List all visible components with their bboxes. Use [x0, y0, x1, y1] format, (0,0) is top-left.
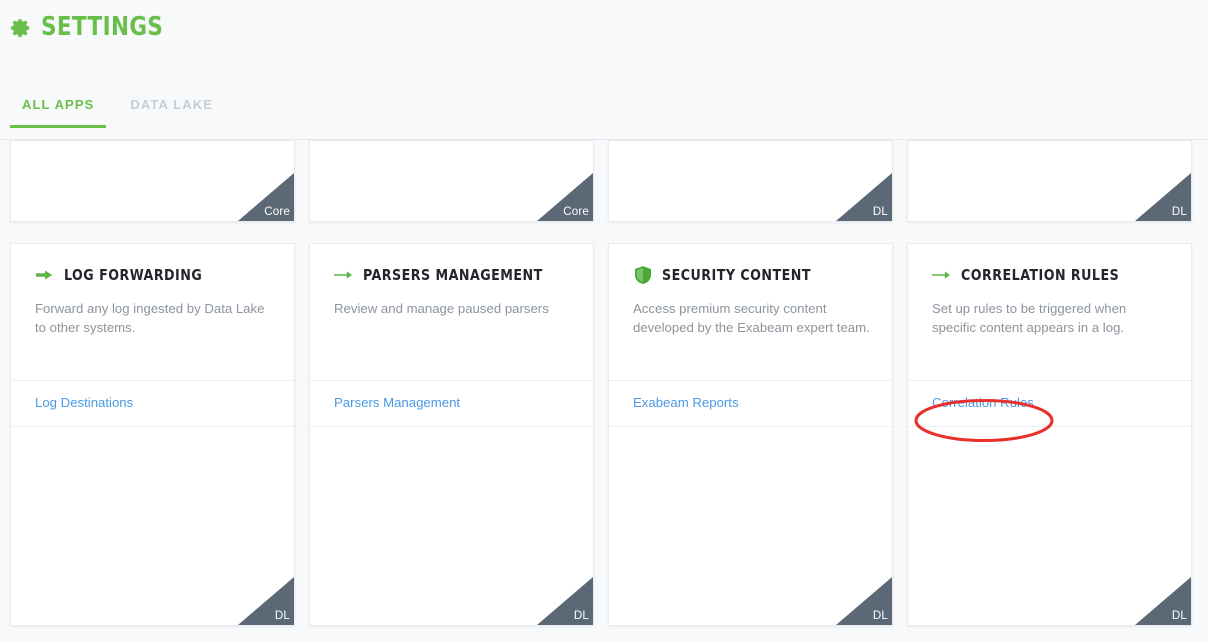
tab-all-apps[interactable]: ALL APPS	[10, 88, 107, 128]
app-card[interactable]: Core	[309, 140, 594, 222]
card-header: CORRELATION RULES	[908, 244, 1191, 284]
card-link-row: Parsers Management	[310, 380, 593, 427]
app-card-correlation-rules[interactable]: CORRELATION RULES Set up rules to be tri…	[907, 243, 1192, 626]
card-description: Review and manage paused parsers	[334, 301, 549, 316]
card-row-main: LOG FORWARDING Forward any log ingested …	[10, 243, 1208, 626]
ribbon-label: DL	[274, 609, 290, 622]
arrow-right-thin-icon	[334, 267, 353, 284]
card-link-correlation-rules[interactable]: Correlation Rules	[932, 395, 1034, 410]
ribbon-label: DL	[1171, 609, 1187, 622]
card-title: SECURITY CONTENT	[662, 266, 811, 284]
card-ribbon: Core	[537, 173, 593, 221]
card-link-row: Log Destinations	[11, 380, 294, 427]
card-ribbon: DL	[836, 577, 892, 625]
app-card[interactable]: DL	[608, 140, 893, 222]
card-ribbon: DL	[238, 577, 294, 625]
tab-data-lake[interactable]: DATA LAKE	[118, 88, 225, 128]
app-card-parsers-management[interactable]: PARSERS MANAGEMENT Review and manage pau…	[309, 243, 594, 626]
card-link-exabeam-reports[interactable]: Exabeam Reports	[633, 395, 739, 410]
card-ribbon: DL	[1135, 577, 1191, 625]
card-description: Set up rules to be triggered when specif…	[932, 301, 1127, 335]
page-title-label: SETTINGS	[41, 12, 164, 42]
card-header: SECURITY CONTENT	[609, 244, 892, 284]
card-ribbon: DL	[836, 173, 892, 221]
tab-bar: ALL APPS DATA LAKE	[0, 88, 1208, 140]
card-row-top: Core Core DL DL	[10, 140, 1208, 222]
ribbon-label: DL	[1171, 205, 1187, 218]
card-link-log-destinations[interactable]: Log Destinations	[35, 395, 133, 410]
ribbon-label: Core	[264, 205, 290, 218]
card-header: PARSERS MANAGEMENT	[310, 244, 593, 284]
app-card-log-forwarding[interactable]: LOG FORWARDING Forward any log ingested …	[10, 243, 295, 626]
arrow-right-thin-icon	[932, 267, 951, 284]
page-header: SETTINGS	[0, 0, 1208, 88]
gear-icon	[10, 17, 32, 39]
app-card[interactable]: DL	[907, 140, 1192, 222]
card-ribbon: DL	[1135, 173, 1191, 221]
card-link-parsers-management[interactable]: Parsers Management	[334, 395, 460, 410]
card-link-row: Correlation Rules	[908, 380, 1191, 427]
card-description: Forward any log ingested by Data Lake to…	[35, 301, 265, 335]
shield-icon	[633, 266, 652, 284]
card-title: LOG FORWARDING	[64, 266, 203, 284]
card-ribbon: Core	[238, 173, 294, 221]
ribbon-label: DL	[872, 205, 888, 218]
card-header: LOG FORWARDING	[11, 244, 294, 284]
card-title: PARSERS MANAGEMENT	[363, 266, 543, 284]
ribbon-label: DL	[872, 609, 888, 622]
ribbon-label: DL	[573, 609, 589, 622]
app-card[interactable]: Core	[10, 140, 295, 222]
card-link-row: Exabeam Reports	[609, 380, 892, 427]
arrow-right-bold-icon	[35, 267, 54, 284]
card-description: Access premium security content develope…	[633, 301, 870, 335]
app-card-security-content[interactable]: SECURITY CONTENT Access premium security…	[608, 243, 893, 626]
page-title: SETTINGS	[10, 14, 174, 40]
card-title: CORRELATION RULES	[961, 266, 1120, 284]
ribbon-label: Core	[563, 205, 589, 218]
cards-area: Core Core DL DL LOG FORWARDING Forward a…	[0, 140, 1208, 630]
card-ribbon: DL	[537, 577, 593, 625]
